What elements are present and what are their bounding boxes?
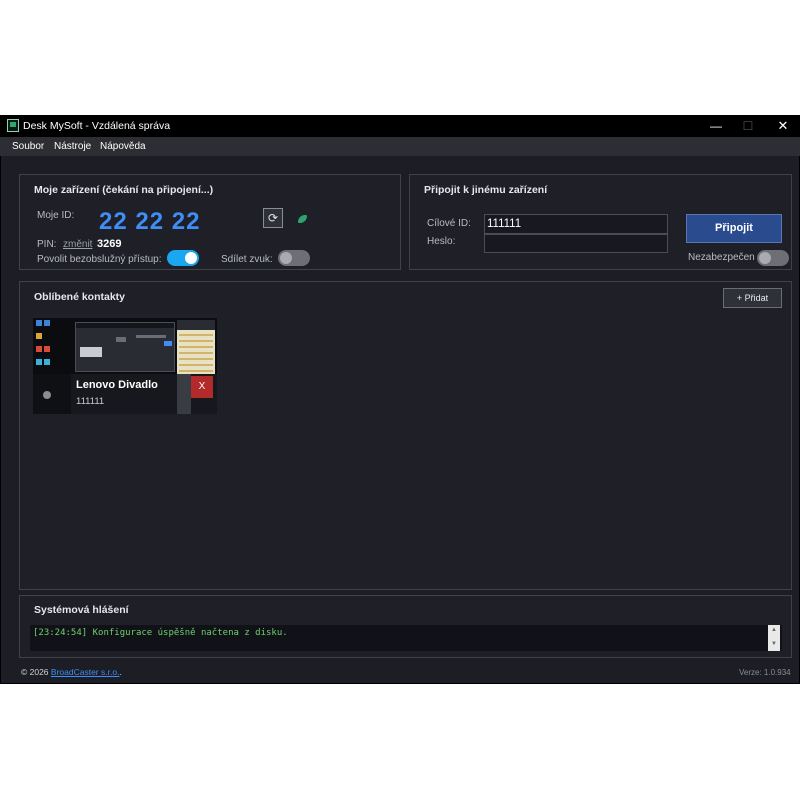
target-id-label: Cílové ID: xyxy=(427,218,471,229)
menu-soubor[interactable]: Soubor xyxy=(12,141,44,152)
footer-copyright: © 2026 BroadCaster s.r.o.. xyxy=(21,667,122,677)
share-audio-toggle[interactable] xyxy=(278,250,310,266)
connect-title: Připojit k jinému zařízení xyxy=(424,184,548,196)
contact-thumbnail xyxy=(33,314,217,374)
pin-value: 3269 xyxy=(97,238,122,250)
contact-status-dot xyxy=(43,391,51,399)
unattended-toggle[interactable] xyxy=(167,250,199,266)
pin-label: PIN: xyxy=(37,239,57,250)
insecure-toggle[interactable] xyxy=(757,250,789,266)
my-device-title: Moje zařízení (čekání na připojení...) xyxy=(34,184,214,196)
system-log-title: Systémová hlášení xyxy=(34,604,129,616)
connect-button[interactable]: Připojit xyxy=(686,214,782,243)
menu-napoveda[interactable]: Nápověda xyxy=(100,141,146,152)
log-textarea[interactable]: [23:24:54] Konfigurace úspěšně načtena z… xyxy=(30,625,782,651)
copyright-prefix: © 2026 xyxy=(21,667,49,677)
delete-contact-button[interactable]: X xyxy=(191,376,213,398)
password-input[interactable] xyxy=(484,234,668,253)
version-label: Verze: 1.0.934 xyxy=(739,668,791,677)
scroll-up-icon[interactable]: ▲ xyxy=(771,627,777,633)
contact-info: Lenovo Divadlo 111111 X xyxy=(33,374,217,414)
target-id-input[interactable]: 111111 xyxy=(484,214,668,234)
company-link[interactable]: BroadCaster s.r.o. xyxy=(51,667,120,677)
favorites-title: Oblíbené kontakty xyxy=(34,291,126,303)
contact-name: Lenovo Divadlo xyxy=(76,379,158,391)
title-bar: Desk MySoft - Vzdálená správa — ☐ ✕ xyxy=(0,115,800,137)
toggle-knob xyxy=(280,252,292,264)
change-pin-link[interactable]: změnit xyxy=(63,239,92,250)
unattended-label: Povolit bezobslužný přístup: xyxy=(37,254,162,265)
app-icon xyxy=(7,119,19,132)
log-scrollbar[interactable]: ▲ ▼ xyxy=(768,625,780,651)
share-audio-label: Sdílet zvuk: xyxy=(221,254,273,265)
menu-nastroje[interactable]: Nástroje xyxy=(54,141,91,152)
copyright-suffix: . xyxy=(119,667,122,677)
password-label: Heslo: xyxy=(427,236,456,247)
contact-card[interactable]: Lenovo Divadlo 111111 X xyxy=(33,314,217,414)
maximize-button[interactable]: ☐ xyxy=(730,115,766,137)
toggle-knob xyxy=(185,252,197,264)
my-id-value: 22 22 22 xyxy=(99,208,201,235)
minimize-button[interactable]: — xyxy=(698,115,734,137)
menu-bar: Soubor Nástroje Nápověda xyxy=(0,137,800,156)
toggle-knob xyxy=(759,252,771,264)
log-entry: [23:24:54] Konfigurace úspěšně načtena z… xyxy=(33,628,288,638)
app-window: Desk MySoft - Vzdálená správa — ☐ ✕ Soub… xyxy=(0,115,800,684)
my-id-label: Moje ID: xyxy=(37,210,75,221)
window-title: Desk MySoft - Vzdálená správa xyxy=(23,120,171,132)
add-contact-button[interactable]: + Přidat xyxy=(723,288,782,308)
close-button[interactable]: ✕ xyxy=(765,115,800,137)
scroll-down-icon[interactable]: ▼ xyxy=(771,641,777,647)
refresh-icon[interactable]: ⟳ xyxy=(263,208,283,228)
contact-id: 111111 xyxy=(76,396,105,407)
insecure-label: Nezabezpečen xyxy=(688,252,755,263)
